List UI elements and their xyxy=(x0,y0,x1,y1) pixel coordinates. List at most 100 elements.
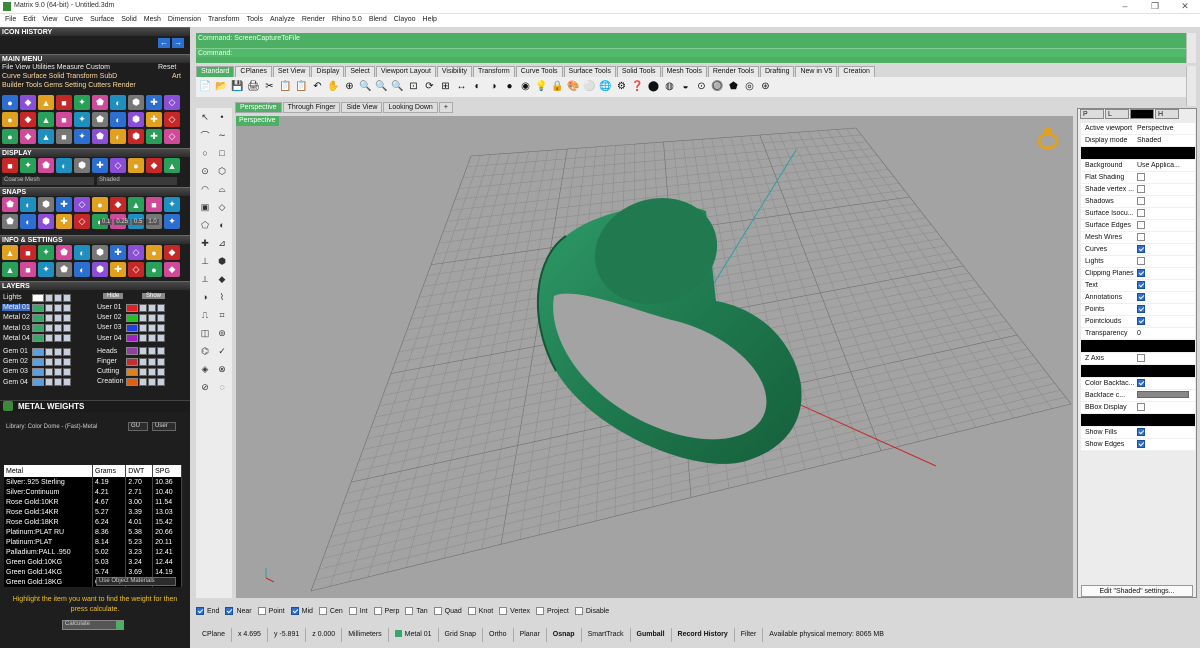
property-value[interactable] xyxy=(1134,184,1195,195)
osnap-checkbox[interactable] xyxy=(196,607,204,615)
osnap-tan[interactable]: Tan xyxy=(405,607,428,615)
record-history-toggle[interactable]: Record History xyxy=(672,628,735,642)
osnap-disable[interactable]: Disable xyxy=(574,607,609,615)
tab-visibility[interactable]: Visibility xyxy=(436,66,473,77)
osnap-int[interactable]: Int xyxy=(348,607,368,615)
property-value[interactable] xyxy=(1134,292,1195,303)
tab-new-in-v5[interactable]: New in V5 xyxy=(795,66,838,77)
left-palette-tool-icon[interactable]: • xyxy=(215,110,229,124)
layer-row[interactable]: User 03 xyxy=(96,323,165,332)
property-value[interactable] xyxy=(1134,316,1195,327)
viewport-tab-looking-down[interactable]: Looking Down xyxy=(383,102,438,113)
reset-link[interactable]: Reset xyxy=(158,64,176,71)
menu-curve[interactable]: Curve xyxy=(61,14,87,27)
toolbar-tool-icon[interactable]: 💡 xyxy=(534,79,549,94)
print-icon[interactable] xyxy=(63,324,71,333)
mw-unit-gu[interactable]: GU xyxy=(128,422,148,431)
osnap-checkbox[interactable] xyxy=(225,607,234,615)
snap-value[interactable]: 0.1 xyxy=(100,219,113,225)
toolbar-tool-icon[interactable]: 🔍 xyxy=(374,79,389,94)
info-tool-icon[interactable]: ⬟ xyxy=(56,262,72,277)
info-tool-icon[interactable]: ● xyxy=(146,262,162,277)
left-palette-tool-icon[interactable]: ◈ xyxy=(198,362,212,376)
mw-table-row[interactable]: Green Gold:10KG 5.03 3.24 12.44 xyxy=(4,557,182,567)
tab-set-view[interactable]: Set View xyxy=(272,66,311,77)
mm-tool-icon[interactable]: ◐ xyxy=(110,112,126,127)
snap-tool-icon[interactable]: ▲ xyxy=(128,197,144,212)
print-icon[interactable] xyxy=(63,347,71,356)
visibility-icon[interactable] xyxy=(54,347,62,356)
filter-toggle[interactable]: Filter xyxy=(735,628,764,642)
toolbar-tool-icon[interactable]: ⚙ xyxy=(614,79,629,94)
toolbar-tool-icon[interactable]: ↔ xyxy=(454,79,469,94)
layer-row[interactable]: Creation xyxy=(96,377,165,386)
checkbox[interactable] xyxy=(1137,172,1145,181)
layer-row[interactable]: Metal 04 xyxy=(2,334,71,343)
toolbar-tool-icon[interactable]: 🌐 xyxy=(598,79,613,94)
tab-curve-tools[interactable]: Curve Tools xyxy=(515,66,563,77)
lock-icon[interactable] xyxy=(45,293,53,302)
navigation-widget-icon[interactable] xyxy=(1037,127,1059,150)
osnap-quad[interactable]: Quad xyxy=(433,607,462,615)
layer-color-swatch[interactable] xyxy=(32,313,44,322)
snap-value[interactable]: 1.0 xyxy=(146,219,159,225)
toolbar-tool-icon[interactable]: ◐ xyxy=(470,79,485,94)
mm-tool-icon[interactable]: ● xyxy=(2,112,18,127)
lock-icon[interactable] xyxy=(45,367,53,376)
layer-color-swatch[interactable] xyxy=(32,334,44,343)
play-icon[interactable] xyxy=(116,621,123,629)
forward-arrow-icon[interactable]: → xyxy=(172,38,184,48)
menu-dimension[interactable]: Dimension xyxy=(165,14,205,27)
mm-tool-icon[interactable]: ⬢ xyxy=(128,95,144,110)
layer-row[interactable]: Metal 02 xyxy=(2,313,71,322)
property-value[interactable] xyxy=(1134,220,1195,231)
add-viewport-tab[interactable]: + xyxy=(438,102,453,113)
gumball-toggle[interactable]: Gumball xyxy=(631,628,672,642)
command-input[interactable]: Command: xyxy=(196,48,1196,57)
toolbar-tool-icon[interactable]: 📂 xyxy=(214,79,229,94)
disp-tool-icon[interactable]: ● xyxy=(128,158,144,173)
backface-color-swatch[interactable] xyxy=(1137,391,1189,398)
mm-tool-icon[interactable]: ▲ xyxy=(38,112,54,127)
mm-tool-icon[interactable]: ◐ xyxy=(110,95,126,110)
toolbar-tool-icon[interactable]: 💾 xyxy=(230,79,245,94)
checkbox[interactable] xyxy=(1137,304,1145,313)
menu-analyze[interactable]: Analyze xyxy=(267,14,299,27)
osnap-perp[interactable]: Perp xyxy=(373,607,399,615)
toolbar-tool-icon[interactable]: ⬤ xyxy=(646,79,661,94)
checkbox[interactable] xyxy=(1137,244,1145,253)
tab-mesh-tools[interactable]: Mesh Tools xyxy=(661,66,707,77)
layer-row[interactable]: Gem 03 xyxy=(2,367,71,376)
disp-tool-icon[interactable]: ⬟ xyxy=(38,158,54,173)
visibility-icon[interactable] xyxy=(148,367,156,376)
disp-tool-icon[interactable]: ■ xyxy=(2,158,18,173)
print-icon[interactable] xyxy=(63,378,71,387)
property-value[interactable] xyxy=(1134,427,1195,438)
layer-color-swatch[interactable] xyxy=(32,347,44,356)
toolbar-tool-icon[interactable]: 🔍 xyxy=(358,79,373,94)
visibility-icon[interactable] xyxy=(54,324,62,333)
snap-tool-icon[interactable]: ✦ xyxy=(164,197,180,212)
visibility-icon[interactable] xyxy=(54,378,62,387)
print-icon[interactable] xyxy=(157,303,165,312)
planar-toggle[interactable]: Planar xyxy=(514,628,547,642)
edit-shaded-settings-button[interactable]: Edit "Shaded" settings... xyxy=(1081,585,1193,597)
left-palette-tool-icon[interactable]: ⌗ xyxy=(215,308,229,322)
visibility-icon[interactable] xyxy=(148,323,156,332)
checkbox[interactable] xyxy=(1137,232,1145,241)
mw-table-row[interactable]: Rose Gold:10KR 4.67 3.00 11.54 xyxy=(4,497,182,507)
property-value[interactable]: Shaded xyxy=(1134,137,1195,144)
mm-tool-icon[interactable]: ⬢ xyxy=(128,129,144,144)
print-icon[interactable] xyxy=(63,357,71,366)
left-palette-tool-icon[interactable]: ▣ xyxy=(198,200,212,214)
mm-tool-icon[interactable]: ◇ xyxy=(164,129,180,144)
left-palette-tool-icon[interactable]: ◑ xyxy=(198,290,212,304)
menu-tools[interactable]: Tools xyxy=(244,14,267,27)
osnap-cen[interactable]: Cen xyxy=(318,607,343,615)
disp-tool-icon[interactable]: ◐ xyxy=(56,158,72,173)
info-tool-icon[interactable]: ◆ xyxy=(164,245,180,260)
property-value[interactable] xyxy=(1134,232,1195,243)
minimize-icon[interactable]: – xyxy=(1110,0,1140,14)
osnap-project[interactable]: Project xyxy=(536,607,569,615)
lock-icon[interactable] xyxy=(45,347,53,356)
